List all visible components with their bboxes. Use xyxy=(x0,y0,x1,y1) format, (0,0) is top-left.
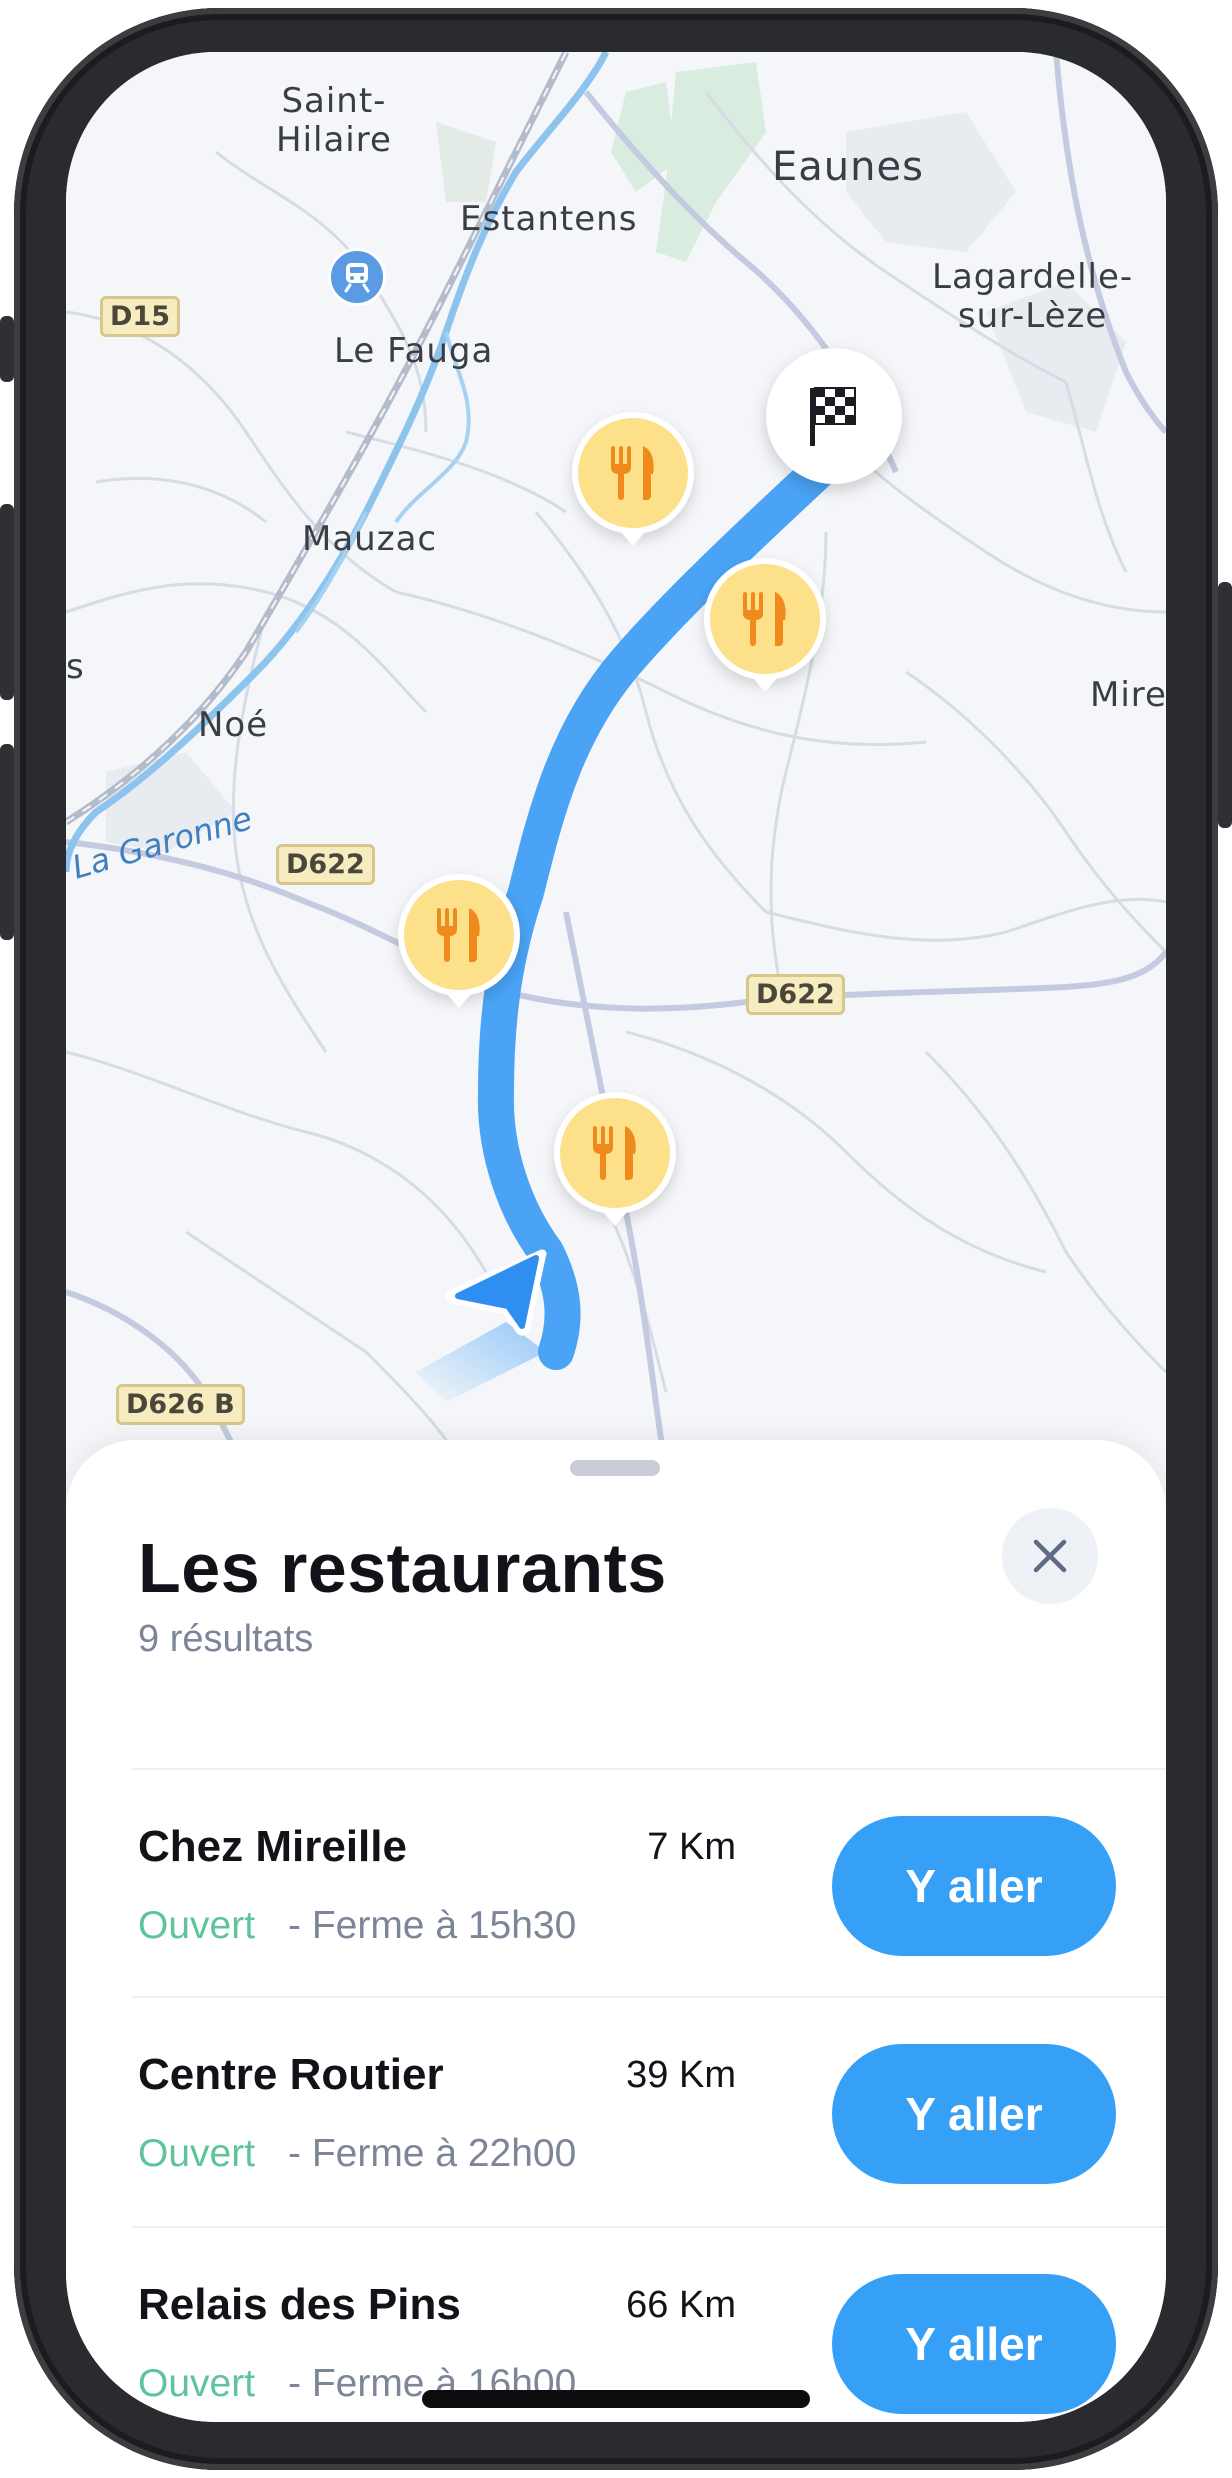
sheet-title: Les restaurants xyxy=(138,1529,667,1607)
map[interactable]: Saint- Hilaire Estantens Eaunes Lagardel… xyxy=(66,52,1166,1472)
close-icon xyxy=(1033,1539,1067,1573)
list-item[interactable]: Chez Mireille 7 Km Ouvert - Ferme à 15h3… xyxy=(66,1770,1166,1998)
road-d622-left: D622 xyxy=(276,844,375,885)
home-indicator xyxy=(422,2390,810,2408)
restaurant-marker[interactable] xyxy=(704,558,826,692)
screen: Saint- Hilaire Estantens Eaunes Lagardel… xyxy=(66,52,1166,2422)
place-mire: Mire xyxy=(1090,675,1166,715)
restaurant-distance: 39 Km xyxy=(626,2054,736,2096)
place-noe: Noé xyxy=(198,705,269,745)
results-count: 9 résultats xyxy=(138,1618,314,1660)
restaurant-hours: - Ferme à 22h00 xyxy=(288,2132,577,2175)
restaurant-distance: 7 Km xyxy=(647,1826,736,1868)
fork-knife-icon xyxy=(611,446,654,500)
place-edge-label: s xyxy=(66,647,85,687)
fork-knife-icon xyxy=(593,1126,636,1180)
list-item[interactable]: Centre Routier 39 Km Ouvert - Ferme à 22… xyxy=(66,1998,1166,2226)
road-d626b: D626 B xyxy=(116,1384,245,1425)
close-button[interactable] xyxy=(1002,1508,1098,1604)
restaurant-status: Ouvert xyxy=(138,1904,256,1947)
sheet-drag-handle[interactable] xyxy=(570,1460,660,1476)
go-button[interactable]: Y aller xyxy=(832,1816,1116,1956)
restaurant-name: Relais des Pins xyxy=(138,2280,461,2329)
power-button xyxy=(1218,582,1232,828)
fork-knife-icon xyxy=(437,908,480,962)
destination-marker[interactable] xyxy=(766,348,902,484)
results-sheet: Les restaurants 9 résultats Chez Mireill… xyxy=(66,1440,1166,2422)
place-lagardelle: Lagardelle- sur-Lèze xyxy=(932,257,1134,337)
go-button[interactable]: Y aller xyxy=(832,2274,1116,2414)
action-button xyxy=(0,316,14,382)
place-le-fauga: Le Fauga xyxy=(334,331,494,371)
train-station-icon xyxy=(328,248,386,306)
road-d622-right: D622 xyxy=(746,974,845,1015)
restaurant-name: Centre Routier xyxy=(138,2050,444,2099)
place-saint-hilaire: Saint- Hilaire xyxy=(276,81,392,161)
place-eaunes: Eaunes xyxy=(772,144,924,190)
place-estantens: Estantens xyxy=(460,199,638,239)
place-mauzac: Mauzac xyxy=(302,519,438,559)
restaurant-status: Ouvert xyxy=(138,2132,256,2175)
checkered-flag-icon xyxy=(810,387,856,446)
fork-knife-icon xyxy=(743,592,786,646)
restaurant-distance: 66 Km xyxy=(626,2284,736,2326)
volume-up-button xyxy=(0,504,14,700)
volume-down-button xyxy=(0,744,14,940)
restaurant-marker[interactable] xyxy=(554,1092,676,1226)
restaurant-status: Ouvert xyxy=(138,2362,256,2405)
navigation-arrow-icon xyxy=(445,1249,547,1336)
road-d15: D15 xyxy=(100,296,180,337)
restaurant-marker[interactable] xyxy=(572,412,694,546)
go-button[interactable]: Y aller xyxy=(832,2044,1116,2184)
restaurant-marker[interactable] xyxy=(398,874,520,1008)
restaurant-hours: - Ferme à 15h30 xyxy=(288,1904,577,1947)
restaurant-name: Chez Mireille xyxy=(138,1822,407,1871)
